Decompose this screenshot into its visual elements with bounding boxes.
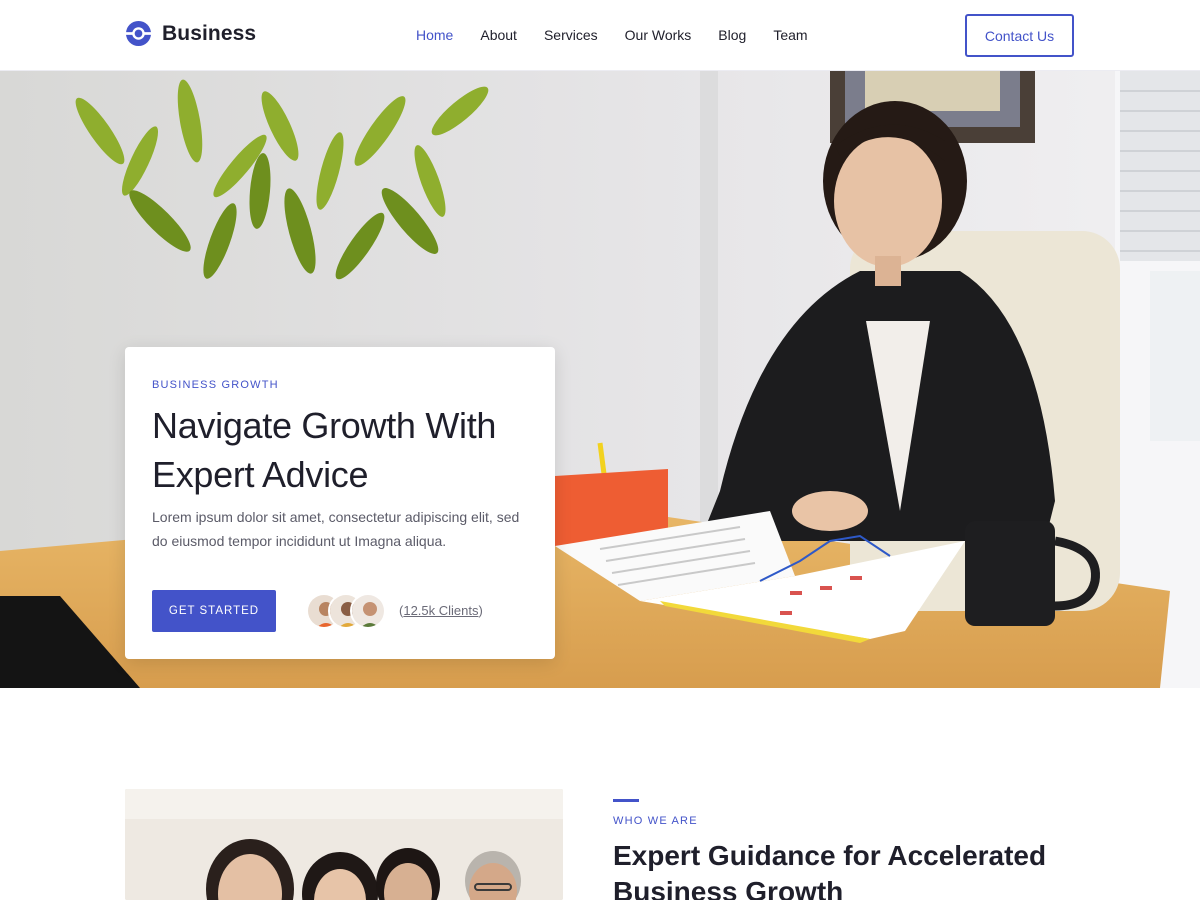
main-nav: Home About Services Our Works Blog Team bbox=[416, 27, 808, 43]
hero-card: BUSINESS GROWTH Navigate Growth With Exp… bbox=[125, 347, 555, 659]
client-avatar-group bbox=[306, 593, 386, 631]
clients-count-label: 12.5k Clients bbox=[403, 603, 479, 618]
get-started-button[interactable]: GET STARTED bbox=[152, 590, 276, 632]
logo-icon bbox=[125, 20, 152, 47]
about-title: Expert Guidance for Accelerated Business… bbox=[613, 840, 1047, 900]
contact-us-button[interactable]: Contact Us bbox=[965, 14, 1074, 57]
nav-item-blog[interactable]: Blog bbox=[718, 27, 746, 43]
section-accent-line bbox=[613, 799, 639, 802]
nav-item-home[interactable]: Home bbox=[416, 27, 453, 43]
nav-item-our-works[interactable]: Our Works bbox=[625, 27, 692, 43]
team-photo bbox=[125, 789, 563, 900]
brand-logo[interactable]: Business bbox=[125, 20, 256, 47]
clients-count-link[interactable]: (12.5k Clients) bbox=[399, 603, 483, 618]
nav-item-team[interactable]: Team bbox=[773, 27, 807, 43]
about-eyebrow: WHO WE ARE bbox=[613, 815, 698, 827]
hero-eyebrow: BUSINESS GROWTH bbox=[152, 379, 279, 391]
brand-name: Business bbox=[162, 21, 257, 45]
avatar bbox=[350, 593, 386, 629]
site-header: Business Home About Services Our Works B… bbox=[0, 0, 1200, 71]
nav-item-services[interactable]: Services bbox=[544, 27, 598, 43]
hero-description: Lorem ipsum dolor sit amet, consectetur … bbox=[152, 509, 520, 549]
hero-section: BUSINESS GROWTH Navigate Growth With Exp… bbox=[0, 71, 1200, 688]
nav-item-about[interactable]: About bbox=[480, 27, 517, 43]
hero-title: Navigate Growth With Expert Advice bbox=[152, 405, 497, 495]
